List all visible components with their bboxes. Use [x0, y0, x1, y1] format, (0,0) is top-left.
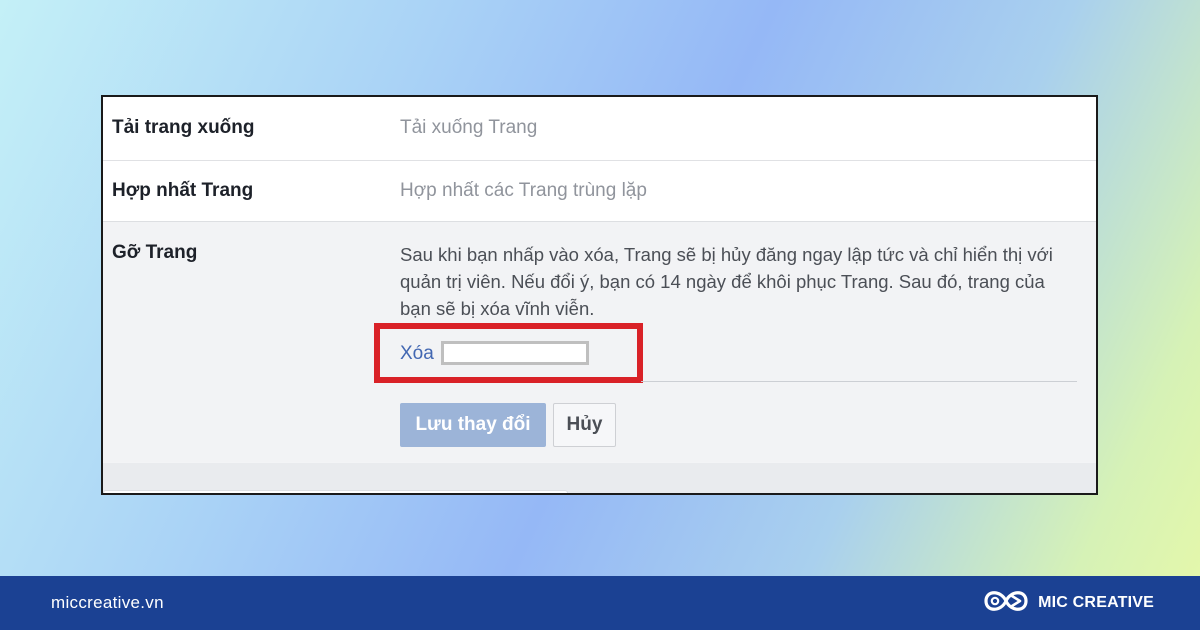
page-settings-panel: Tải trang xuống Tải xuống Trang Hợp nhất…: [101, 95, 1098, 495]
row-label: Tải trang xuống: [112, 117, 255, 138]
brand: MIC CREATIVE: [982, 586, 1154, 621]
footer-bar: miccreative.vn MIC CREATIVE: [0, 576, 1200, 630]
settings-row-remove-page: Gỡ Trang Sau khi bạn nhấp vào xóa, Trang…: [103, 222, 1096, 462]
row-label: Gỡ Trang: [112, 242, 198, 263]
row-value: Hợp nhất các Trang trùng lặp: [400, 180, 647, 201]
footer-website[interactable]: miccreative.vn: [51, 593, 164, 613]
row-label: Hợp nhất Trang: [112, 180, 254, 201]
divider: [641, 381, 1077, 382]
cancel-button[interactable]: Hủy: [553, 403, 616, 447]
save-changes-button[interactable]: Lưu thay đổi: [400, 403, 546, 447]
row-value: Tải xuống Trang: [400, 117, 538, 138]
brand-name: MIC CREATIVE: [1038, 594, 1154, 611]
settings-row-merge-pages[interactable]: Hợp nhất Trang Hợp nhất các Trang trùng …: [103, 161, 1096, 222]
panel-bottom-strip: [103, 463, 1096, 493]
infinity-loop-logo-icon: [982, 586, 1030, 621]
highlight-annotation-box: [374, 323, 643, 383]
remove-page-description: Sau khi bạn nhấp vào xóa, Trang sẽ bị hủ…: [400, 244, 1053, 319]
next-section-card: [103, 490, 568, 493]
settings-row-download-page[interactable]: Tải trang xuống Tải xuống Trang: [103, 97, 1096, 161]
